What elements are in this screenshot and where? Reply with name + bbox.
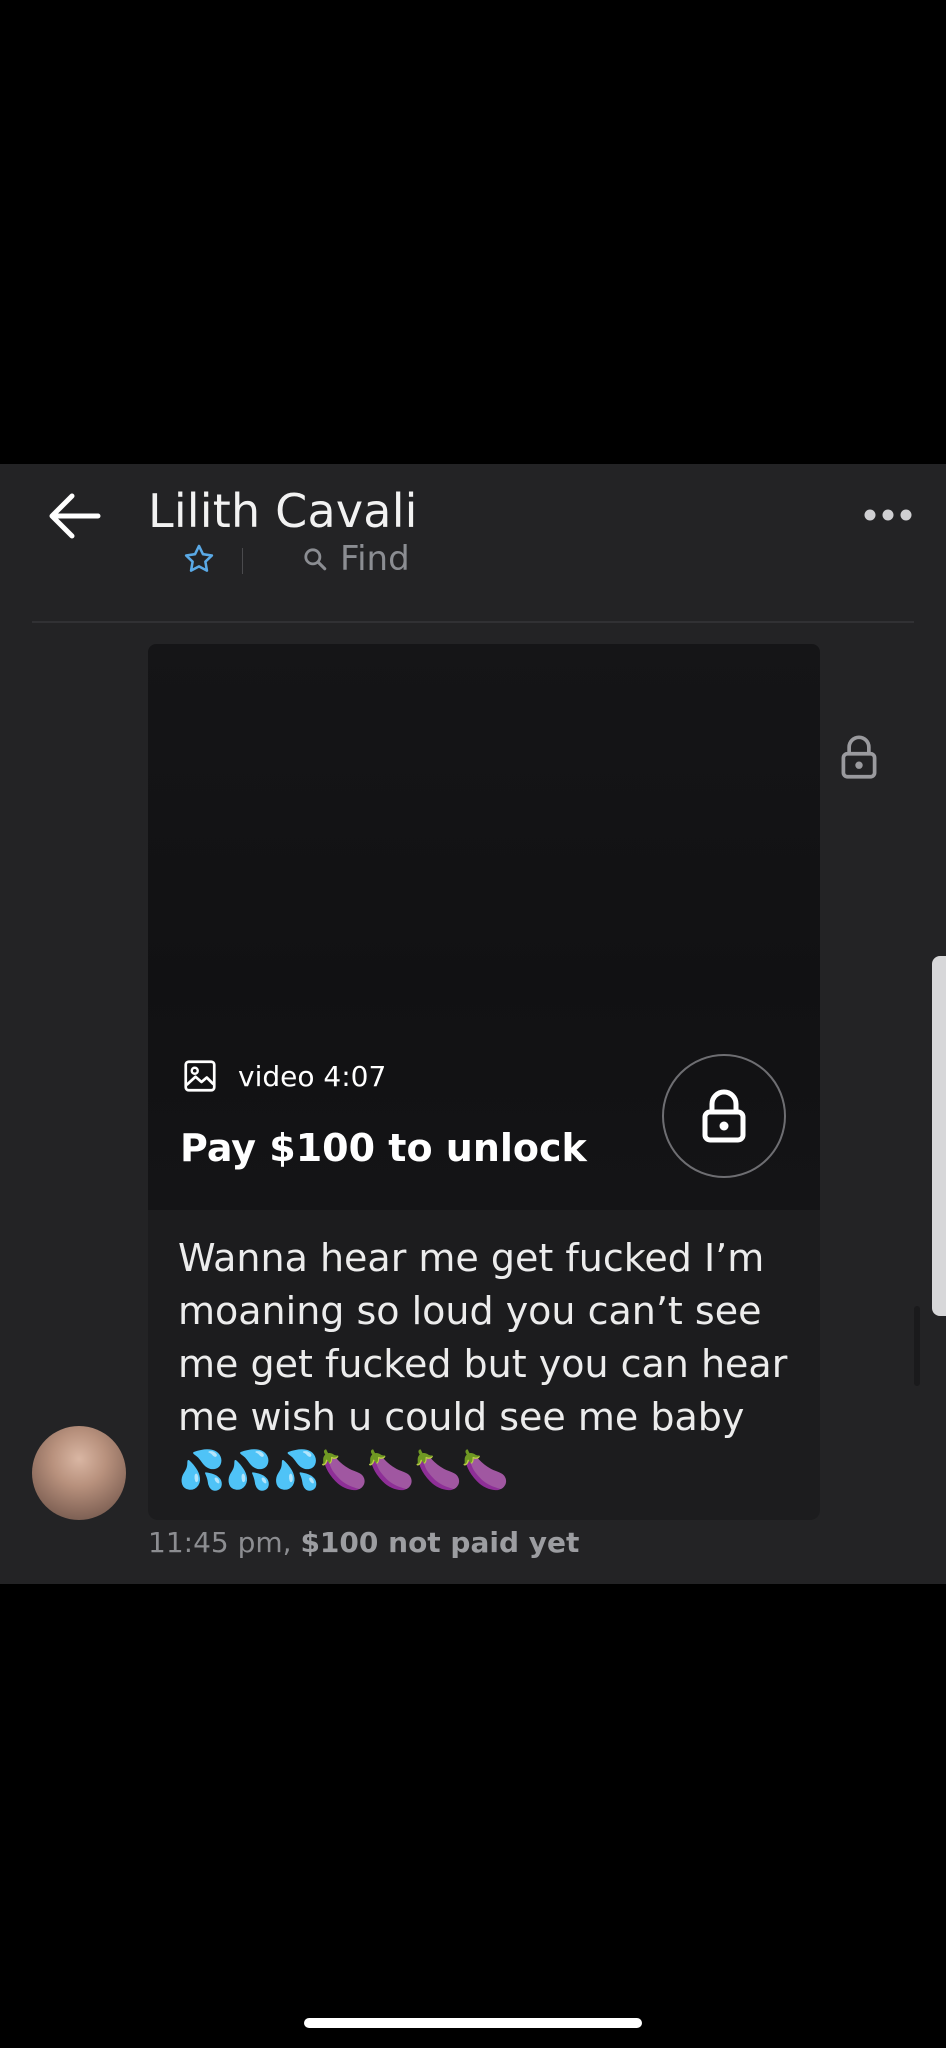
back-arrow-icon (49, 493, 101, 539)
lock-icon (841, 735, 877, 779)
more-options-button[interactable] (862, 500, 914, 530)
message-text: Wanna hear me get fucked I’m moaning so … (178, 1236, 788, 1492)
contact-name[interactable]: Lilith Cavali (148, 484, 418, 538)
media-info: video 4:07 (182, 1058, 386, 1094)
media-duration-label: video 4:07 (238, 1059, 387, 1093)
unlock-button[interactable] (662, 1054, 786, 1178)
header-divider (32, 621, 914, 623)
side-scrollbar[interactable] (932, 956, 946, 1316)
message-time: 11:45 pm, (148, 1526, 292, 1559)
pay-to-unlock-label[interactable]: Pay $100 to unlock (180, 1126, 587, 1170)
message-meta: 11:45 pm, $100 not paid yet (148, 1526, 579, 1559)
more-icon (864, 509, 912, 521)
search-icon (304, 548, 327, 571)
favorite-button[interactable] (182, 542, 216, 576)
message-bubble[interactable]: Wanna hear me get fucked I’m moaning so … (148, 1210, 820, 1520)
home-indicator[interactable] (304, 2018, 642, 2028)
message-lock-button[interactable] (840, 734, 878, 780)
scroll-thumb[interactable] (914, 1306, 920, 1386)
star-icon (184, 544, 214, 572)
lock-icon (702, 1089, 746, 1143)
header-separator (242, 548, 243, 574)
find-label: Find (340, 539, 410, 579)
image-icon (184, 1060, 216, 1092)
payment-status: $100 not paid yet (300, 1526, 580, 1559)
avatar[interactable] (32, 1426, 126, 1520)
back-button[interactable] (44, 490, 104, 542)
find-button[interactable]: Find (302, 536, 410, 582)
